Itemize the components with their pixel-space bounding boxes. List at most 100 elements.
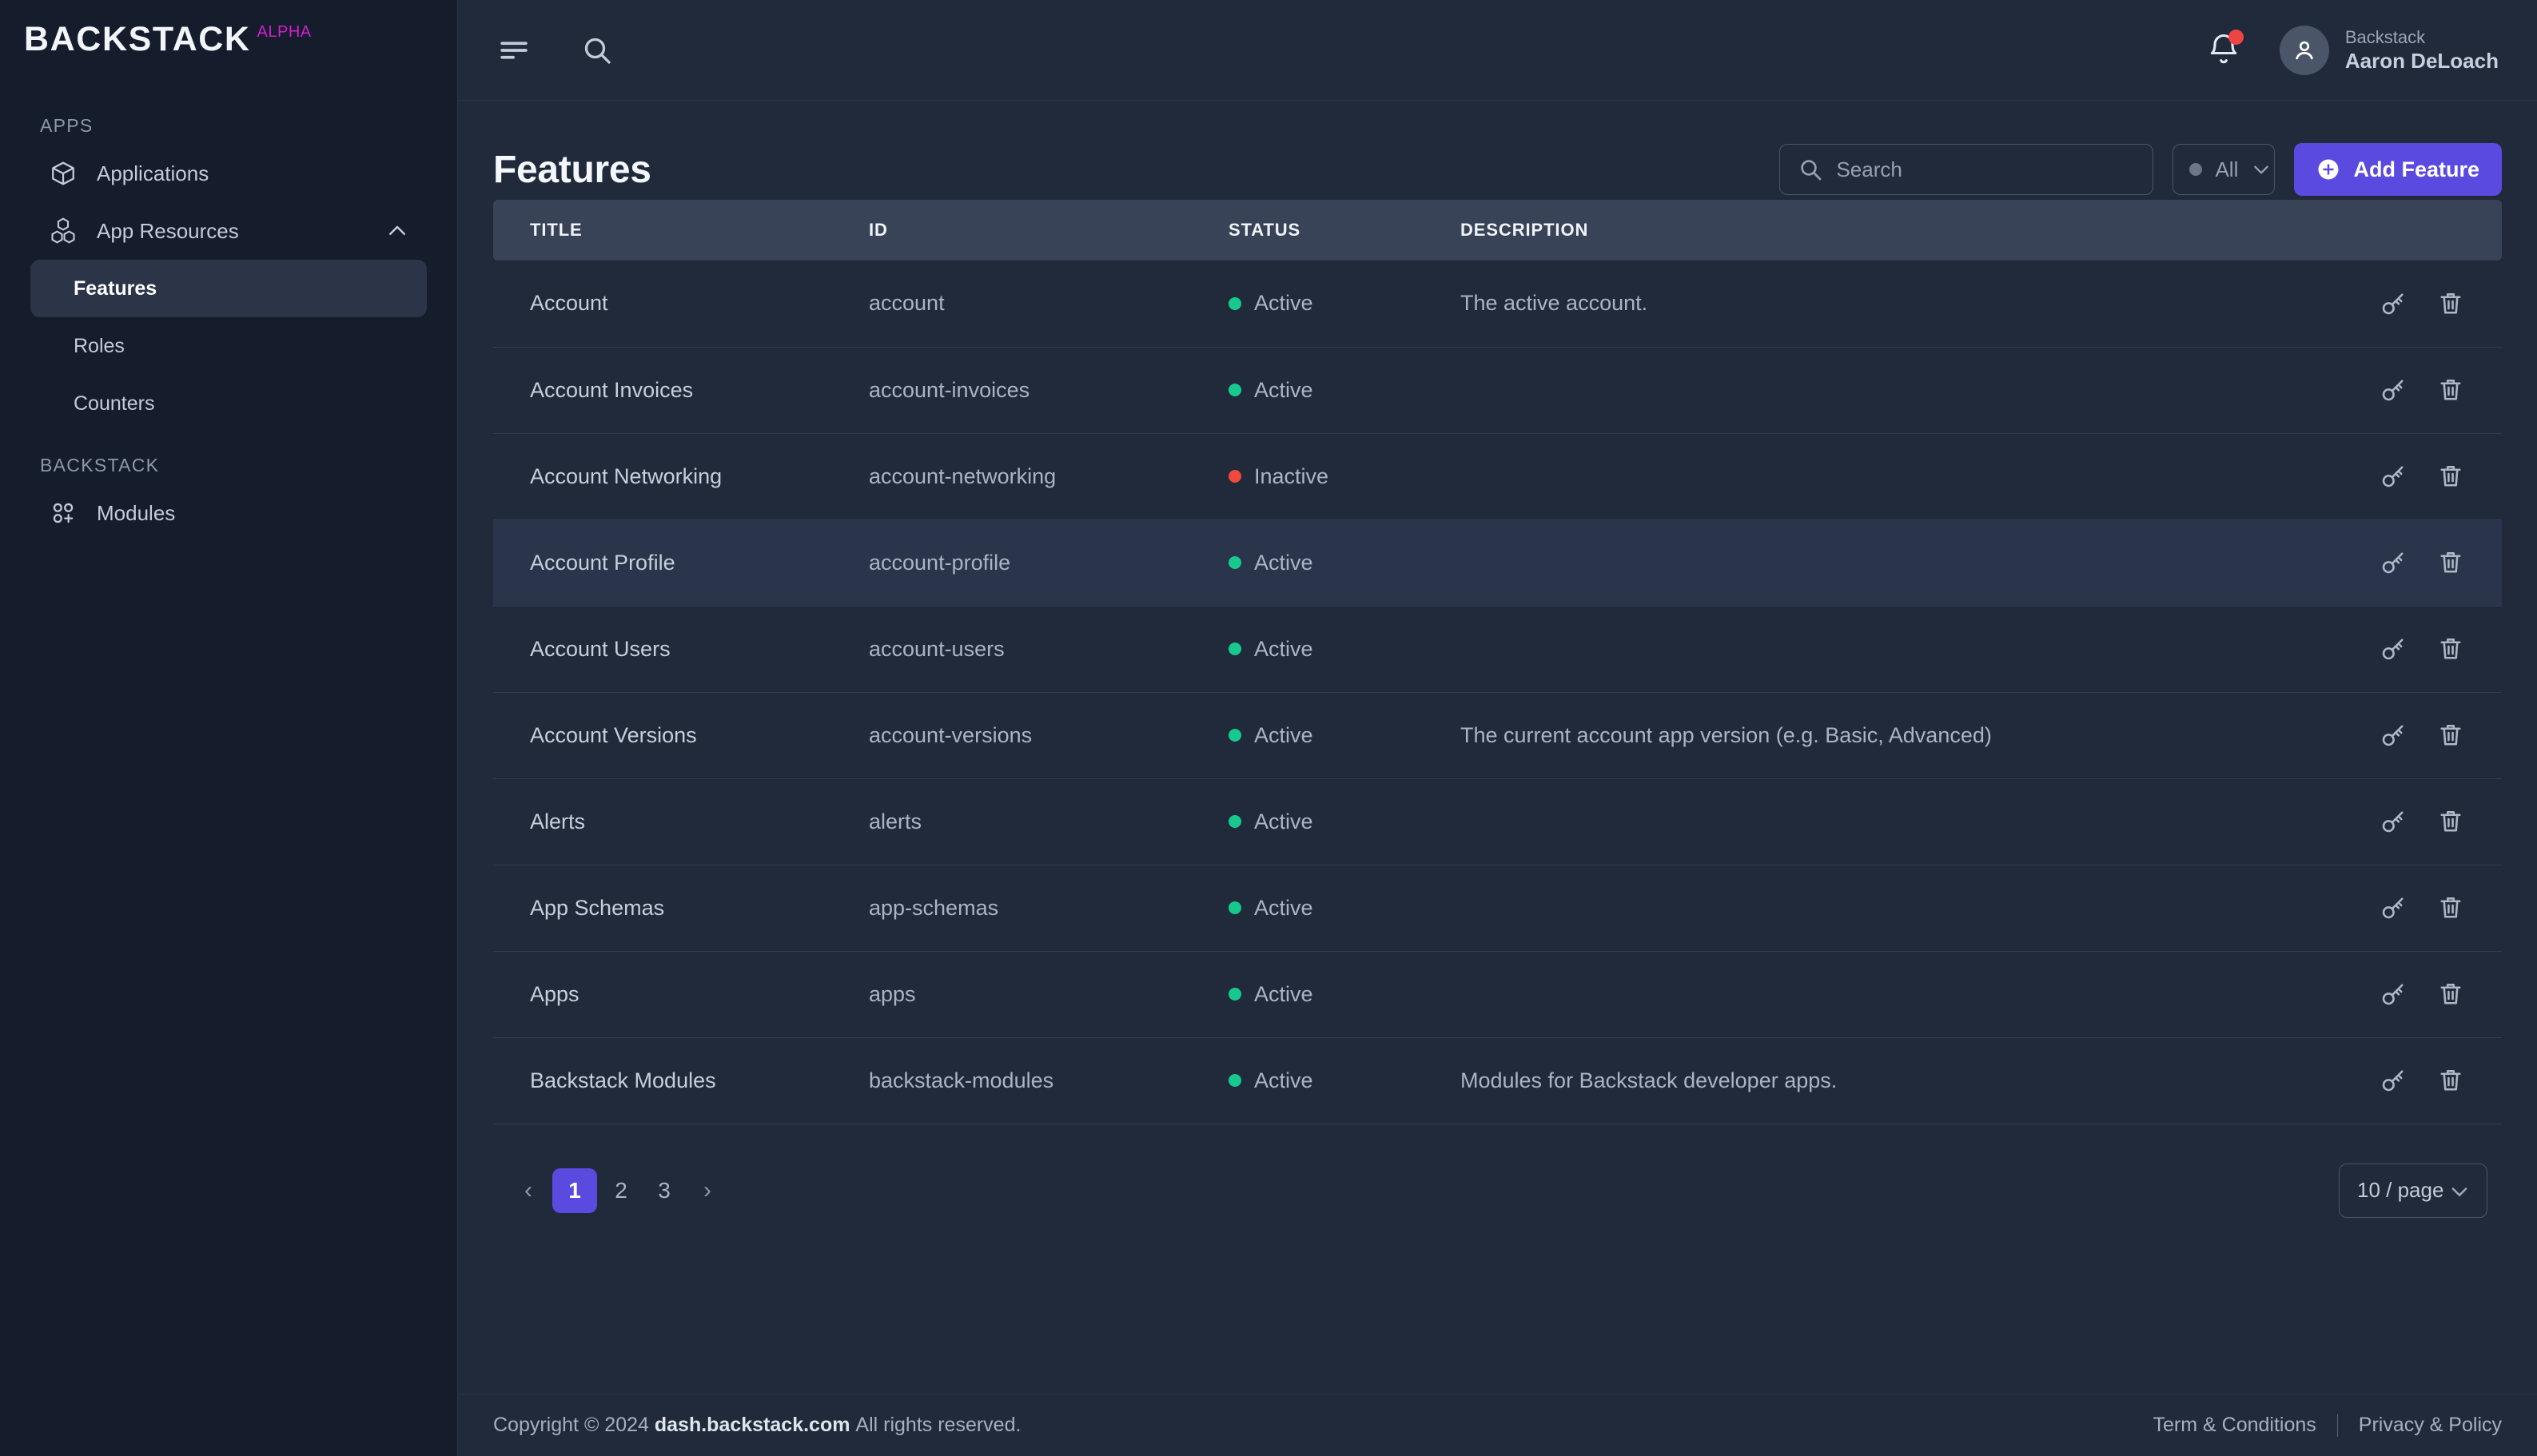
table-row[interactable]: Account Networking account-networking Inac… xyxy=(493,433,2502,519)
sidebar-item-counters[interactable]: Counters xyxy=(30,375,427,432)
trash-icon[interactable] xyxy=(2436,635,2465,663)
cell-id: apps xyxy=(869,981,916,1006)
cell-id: app-schemas xyxy=(869,895,999,920)
cell-description xyxy=(1460,778,2294,865)
key-icon[interactable] xyxy=(2379,635,2408,663)
status-filter-select[interactable]: All xyxy=(2173,144,2276,195)
sidebar-item-modules[interactable]: Modules xyxy=(30,484,427,542)
cell-title: Account Users xyxy=(530,636,671,661)
search-icon[interactable] xyxy=(576,30,618,71)
plus-circle-icon xyxy=(2316,157,2340,181)
cell-description xyxy=(1460,865,2294,951)
user-menu[interactable]: Backstack Aaron DeLoach xyxy=(2279,25,2499,75)
sidebar-item-features[interactable]: Features xyxy=(30,260,427,317)
status-label: Active xyxy=(1254,291,1313,316)
trash-icon[interactable] xyxy=(2436,376,2465,404)
page-title: Features xyxy=(493,148,651,191)
trash-icon[interactable] xyxy=(2436,721,2465,750)
footer-links: Term & Conditions Privacy & Policy xyxy=(2153,1414,2502,1437)
table-row[interactable]: Alerts alerts Active xyxy=(493,778,2502,865)
column-header-actions xyxy=(2294,200,2502,261)
trash-icon[interactable] xyxy=(2436,462,2465,491)
sidebar-item-applications[interactable]: Applications xyxy=(30,145,427,202)
sidebar-item-label: App Resources xyxy=(97,218,239,243)
key-icon[interactable] xyxy=(2379,462,2408,491)
search-input[interactable] xyxy=(1836,157,2136,182)
trash-icon[interactable] xyxy=(2436,289,2465,318)
pagination-next[interactable]: › xyxy=(688,1172,727,1210)
table-row[interactable]: Account Invoices account-invoices Active xyxy=(493,347,2502,433)
privacy-link[interactable]: Privacy & Policy xyxy=(2359,1414,2502,1437)
cell-title: Account Invoices xyxy=(530,377,694,402)
sidebar-item-app-resources[interactable]: App Resources xyxy=(30,202,427,260)
table-row[interactable]: App Schemas app-schemas Active xyxy=(493,865,2502,951)
table-row[interactable]: Account Versions account-versions Active Th… xyxy=(493,692,2502,778)
key-icon[interactable] xyxy=(2379,893,2408,922)
status-label: Active xyxy=(1254,981,1313,1006)
key-icon[interactable] xyxy=(2379,376,2408,404)
footer: Copyright © 2024 dash.backstack.com All … xyxy=(458,1394,2537,1456)
features-table: TITLE ID STATUS DESCRIPTION Account accou… xyxy=(493,200,2502,1124)
search-icon xyxy=(1798,157,1823,182)
table-row[interactable]: Apps apps Active xyxy=(493,951,2502,1037)
table-row[interactable]: Account account Active The active account. xyxy=(493,261,2502,347)
table-row[interactable]: Account Profile account-profile Active xyxy=(493,519,2502,606)
filter-dot-icon xyxy=(2189,163,2203,176)
status-label: Active xyxy=(1254,895,1313,920)
search-field[interactable] xyxy=(1779,144,2154,195)
cell-title: Apps xyxy=(530,981,579,1006)
key-icon[interactable] xyxy=(2379,721,2408,750)
sidebar-item-roles[interactable]: Roles xyxy=(30,317,427,375)
sidebar-item-label: Counters xyxy=(74,392,155,415)
key-icon[interactable] xyxy=(2379,980,2408,1008)
trash-icon[interactable] xyxy=(2436,1066,2465,1095)
cell-title: App Schemas xyxy=(530,895,665,920)
column-header-title[interactable]: TITLE xyxy=(493,200,869,261)
cell-description xyxy=(1460,347,2294,433)
pagination-prev[interactable]: ‹ xyxy=(509,1172,548,1210)
chevron-up-icon[interactable] xyxy=(385,219,409,243)
column-header-id[interactable]: ID xyxy=(869,200,1229,261)
cell-title: Account Profile xyxy=(530,550,675,575)
avatar xyxy=(2279,25,2329,75)
key-icon[interactable] xyxy=(2379,548,2408,577)
column-header-description[interactable]: DESCRIPTION xyxy=(1460,200,2294,261)
trash-icon[interactable] xyxy=(2436,548,2465,577)
column-header-status[interactable]: STATUS xyxy=(1229,200,1460,261)
toolbar: All Add Feature xyxy=(1779,143,2502,196)
bell-icon[interactable] xyxy=(2206,29,2244,70)
table-row[interactable]: Backstack Modules backstack-modules Active… xyxy=(493,1037,2502,1124)
key-icon[interactable] xyxy=(2379,289,2408,318)
cell-description xyxy=(1460,951,2294,1037)
terms-link[interactable]: Term & Conditions xyxy=(2153,1414,2316,1437)
brand-logo[interactable]: BACKSTACK ALPHA xyxy=(0,0,457,93)
trash-icon[interactable] xyxy=(2436,807,2465,836)
cell-title: Account Versions xyxy=(530,722,697,747)
hamburger-icon[interactable] xyxy=(493,30,535,71)
pagination-page-1[interactable]: 1 xyxy=(552,1168,597,1213)
cell-status: Active xyxy=(1229,692,1460,778)
trash-icon[interactable] xyxy=(2436,893,2465,922)
cell-status: Active xyxy=(1229,778,1460,865)
pagination-page-3[interactable]: 3 xyxy=(645,1172,683,1210)
key-icon[interactable] xyxy=(2379,1066,2408,1095)
status-label: Active xyxy=(1254,377,1313,402)
table-row[interactable]: Account Users account-users Active xyxy=(493,606,2502,692)
sidebar: BACKSTACK ALPHA APPS Applications App Re… xyxy=(0,0,458,1456)
cell-id: account-users xyxy=(869,636,1005,661)
key-icon[interactable] xyxy=(2379,807,2408,836)
status-dot-icon xyxy=(1229,296,1241,310)
status-dot-icon xyxy=(1229,1074,1241,1087)
add-feature-button[interactable]: Add Feature xyxy=(2294,143,2502,196)
pagination-page-2[interactable]: 2 xyxy=(602,1172,640,1210)
status-label: Active xyxy=(1254,636,1313,661)
status-label: Inactive xyxy=(1254,463,1329,488)
trash-icon[interactable] xyxy=(2436,980,2465,1008)
footer-domain: dash.backstack.com xyxy=(654,1414,850,1436)
sidebar-item-label: Applications xyxy=(97,161,209,185)
cell-actions xyxy=(2294,347,2502,433)
cell-description: The current account app version (e.g. Ba… xyxy=(1460,722,1992,747)
cell-status: Active xyxy=(1229,347,1460,433)
cell-description: Modules for Backstack developer apps. xyxy=(1460,1068,1838,1092)
per-page-select[interactable]: 10 / page xyxy=(2339,1163,2487,1218)
